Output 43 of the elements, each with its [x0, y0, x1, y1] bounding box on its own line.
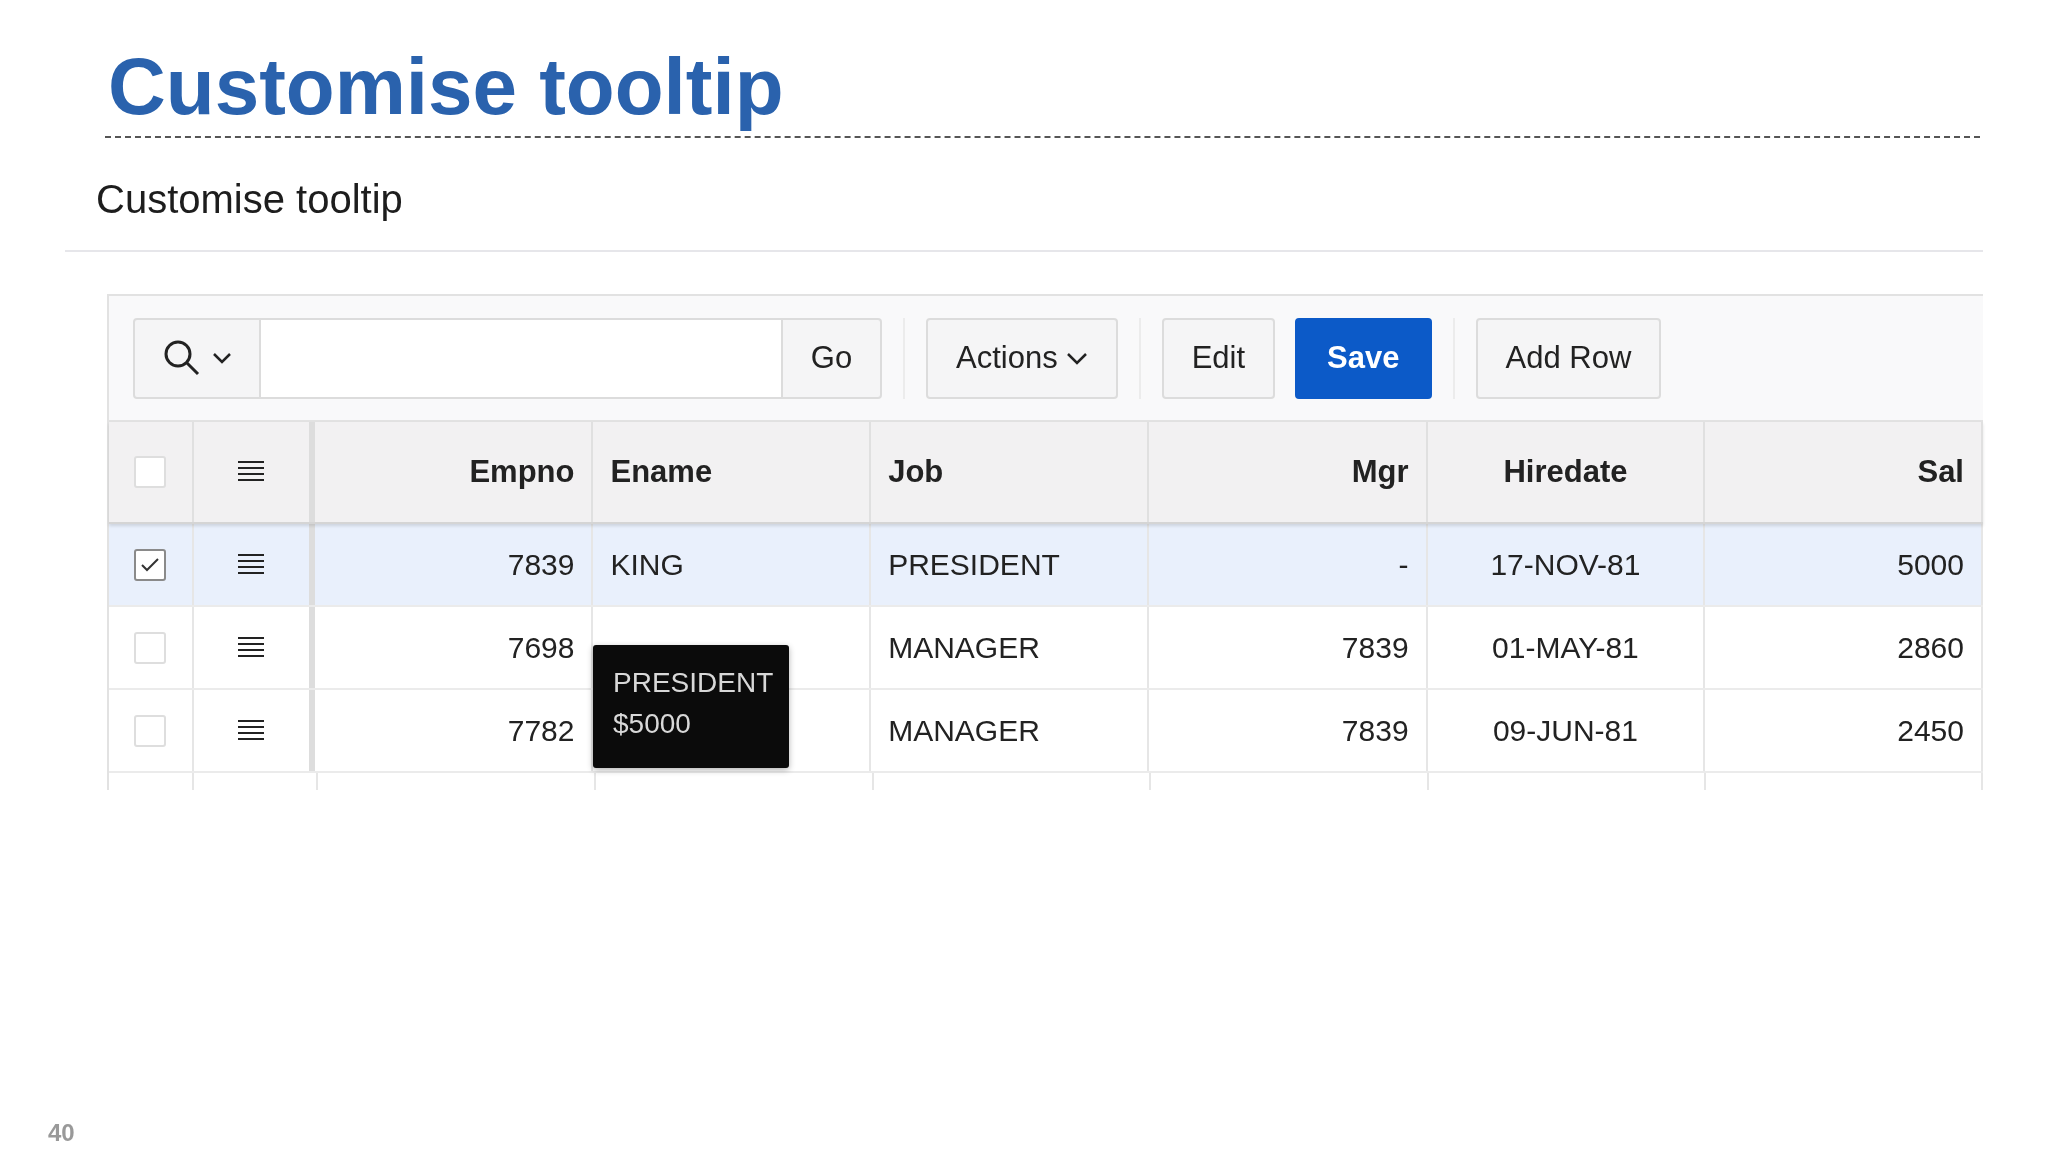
row-menu-icon[interactable] [238, 636, 265, 659]
table-cell-text: MANAGER [888, 713, 1040, 749]
tooltip-text: $5000 [613, 708, 692, 739]
table-cell-text: - [1398, 547, 1409, 583]
slide-title: Customise tooltip [108, 42, 784, 132]
checkbox[interactable] [134, 548, 167, 581]
column-header[interactable]: Hiredate [1503, 448, 1628, 496]
toolbar-button[interactable]: Save [1295, 317, 1432, 399]
check-icon [140, 556, 161, 573]
table-cell-text: 2450 [1897, 713, 1964, 749]
table-cell-text: 01-MAY-81 [1492, 630, 1639, 666]
caret-icon [212, 352, 232, 364]
toolbar-button[interactable]: Edit [1161, 317, 1276, 399]
go-button[interactable]: Go [781, 317, 882, 399]
table-cell-text: 7839 [1341, 713, 1409, 749]
page-number: 40 [48, 1118, 75, 1148]
table-cell-text: 17-NOV-81 [1490, 547, 1641, 583]
table-cell-text: 5000 [1897, 547, 1964, 583]
column-header[interactable]: Sal [1917, 448, 1964, 496]
table-cell-text: 7782 [507, 713, 575, 749]
search-field[interactable] [261, 317, 781, 399]
row-menu-icon[interactable] [238, 719, 265, 742]
table-cell-text: 2860 [1897, 630, 1964, 666]
menu-button[interactable]: Actions [926, 317, 1118, 399]
table-cell-text: PRESIDENT [888, 547, 1060, 583]
column-menu-icon[interactable] [238, 461, 265, 483]
table-row[interactable]: 7839 KING PRESIDENT - 17-NOV-81 5000 [109, 524, 1983, 607]
column-header[interactable]: Ename [610, 448, 713, 496]
table-cell-text: 7839 [1341, 630, 1409, 666]
table-cell-text: 09-JUN-81 [1492, 713, 1638, 749]
column-header[interactable]: Empno [469, 448, 575, 496]
region-title: Customise tooltip [96, 176, 403, 223]
search-icon [162, 338, 202, 378]
search-menu-button[interactable] [133, 317, 261, 399]
table-cell-text: MANAGER [888, 630, 1040, 666]
table-cell-text: 7698 [507, 630, 575, 666]
column-header[interactable]: Mgr [1351, 448, 1409, 496]
table-cell-text: 7839 [507, 547, 575, 583]
table-cell-text: KING [610, 547, 684, 583]
toolbar-button[interactable]: Add Row [1475, 317, 1662, 399]
row-menu-icon[interactable] [238, 553, 265, 576]
caret-icon [1065, 351, 1088, 365]
column-header[interactable]: Job [888, 448, 944, 496]
